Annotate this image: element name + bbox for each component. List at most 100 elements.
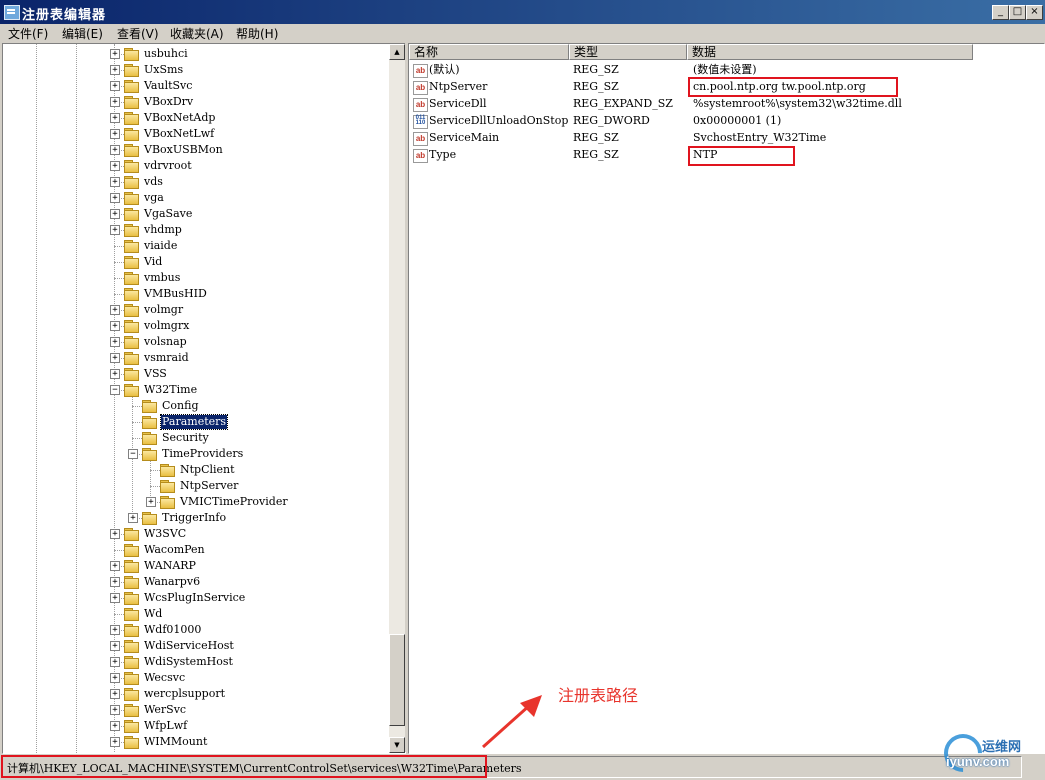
tree-node-label[interactable]: VgaSave: [143, 207, 193, 221]
tree-node-label[interactable]: WANARP: [143, 559, 197, 573]
tree-node[interactable]: + vhdmp: [3, 222, 383, 238]
expand-icon[interactable]: +: [110, 113, 120, 123]
expand-icon[interactable]: +: [110, 129, 120, 139]
tree-node[interactable]: + vsmraid: [3, 350, 383, 366]
expand-icon[interactable]: +: [110, 321, 120, 331]
tree-node-label[interactable]: vdrvroot: [143, 159, 193, 173]
tree-node-label[interactable]: NtpServer: [179, 479, 239, 493]
expand-icon[interactable]: +: [110, 625, 120, 635]
expand-icon[interactable]: +: [128, 513, 138, 523]
tree-node-label[interactable]: TriggerInfo: [161, 511, 227, 525]
expand-icon[interactable]: +: [110, 577, 120, 587]
tree-node[interactable]: + WIMMount: [3, 734, 383, 750]
expand-icon[interactable]: +: [110, 305, 120, 315]
tree-node[interactable]: Parameters: [3, 414, 383, 430]
expand-icon[interactable]: +: [110, 369, 120, 379]
tree-node[interactable]: + VSS: [3, 366, 383, 382]
tree-node-label[interactable]: W32Time: [143, 383, 198, 397]
tree-node[interactable]: Vid: [3, 254, 383, 270]
tree-node-label[interactable]: VBoxNetAdp: [143, 111, 216, 125]
tree-node-label[interactable]: vmbus: [143, 271, 181, 285]
scroll-down-arrow-icon[interactable]: ▼: [389, 737, 405, 753]
expand-icon[interactable]: +: [110, 337, 120, 347]
tree-node-label[interactable]: vhdmp: [143, 223, 183, 237]
tree-node-label[interactable]: usbuhci: [143, 47, 189, 61]
tree-node-label[interactable]: viaide: [143, 239, 178, 253]
expand-icon[interactable]: +: [110, 641, 120, 651]
tree-node-label[interactable]: NtpClient: [179, 463, 236, 477]
tree-node[interactable]: vmbus: [3, 270, 383, 286]
close-button[interactable]: ×: [1026, 5, 1043, 20]
expand-icon[interactable]: +: [110, 353, 120, 363]
tree-node-label[interactable]: wercplsupport: [143, 687, 226, 701]
expand-icon[interactable]: +: [110, 161, 120, 171]
scroll-thumb[interactable]: [389, 634, 405, 726]
expand-icon[interactable]: +: [110, 225, 120, 235]
tree-node-label[interactable]: WfpLwf: [143, 719, 188, 733]
collapse-icon[interactable]: −: [128, 449, 138, 459]
tree-node[interactable]: + Wdf01000: [3, 622, 383, 638]
expand-icon[interactable]: +: [110, 145, 120, 155]
tree-node-label[interactable]: Wecsvc: [143, 671, 186, 685]
tree-node[interactable]: + VaultSvc: [3, 78, 383, 94]
value-row[interactable]: ab ServiceDll REG_EXPAND_SZ %systemroot%\sy…: [409, 96, 1039, 113]
tree-node[interactable]: + WerSvc: [3, 702, 383, 718]
tree-node[interactable]: + VMICTimeProvider: [3, 494, 383, 510]
tree-node[interactable]: + WANARP: [3, 558, 383, 574]
tree-node[interactable]: + usbuhci: [3, 46, 383, 62]
menu-view[interactable]: 查看(V): [117, 25, 159, 42]
tree-node-label[interactable]: WacomPen: [143, 543, 206, 557]
menu-help[interactable]: 帮助(H): [236, 25, 278, 42]
restore-button[interactable]: □: [1009, 5, 1026, 20]
tree-node[interactable]: + wercplsupport: [3, 686, 383, 702]
tree-node[interactable]: viaide: [3, 238, 383, 254]
tree-node-label[interactable]: UxSms: [143, 63, 184, 77]
tree-node-label[interactable]: vga: [143, 191, 165, 205]
tree-node-label[interactable]: WIMMount: [143, 735, 208, 749]
expand-icon[interactable]: +: [110, 593, 120, 603]
value-row[interactable]: 011 110 ServiceDllUnloadOnStop REG_DWORD 0x…: [409, 113, 1039, 130]
tree-node-label[interactable]: VMBusHID: [143, 287, 208, 301]
tree-node-label[interactable]: vds: [143, 175, 164, 189]
expand-icon[interactable]: +: [110, 673, 120, 683]
tree-node-label[interactable]: WdiServiceHost: [143, 639, 235, 653]
tree-node[interactable]: Wd: [3, 606, 383, 622]
tree-node-label[interactable]: VaultSvc: [143, 79, 193, 93]
tree-node[interactable]: + volmgr: [3, 302, 383, 318]
tree-node[interactable]: + volsnap: [3, 334, 383, 350]
key-tree-pane[interactable]: + usbuhci + UxSms + VaultSvc + VBoxDrv + VBoxNetA…: [2, 43, 406, 754]
expand-icon[interactable]: +: [110, 65, 120, 75]
expand-icon[interactable]: +: [110, 689, 120, 699]
tree-node[interactable]: − W32Time: [3, 382, 383, 398]
menu-file[interactable]: 文件(F): [8, 25, 48, 42]
column-header-name[interactable]: 名称: [409, 44, 569, 60]
tree-node[interactable]: + WcsPlugInService: [3, 590, 383, 606]
expand-icon[interactable]: +: [110, 193, 120, 203]
expand-icon[interactable]: +: [110, 737, 120, 747]
tree-node-label[interactable]: Vid: [143, 255, 163, 269]
expand-icon[interactable]: +: [110, 177, 120, 187]
tree-node[interactable]: NtpServer: [3, 478, 383, 494]
tree-node[interactable]: + VBoxNetAdp: [3, 110, 383, 126]
tree-node-label[interactable]: VSS: [143, 367, 168, 381]
tree-node-label[interactable]: Security: [161, 431, 210, 445]
tree-node[interactable]: Security: [3, 430, 383, 446]
tree-node[interactable]: VMBusHID: [3, 286, 383, 302]
tree-node[interactable]: + VBoxUSBMon: [3, 142, 383, 158]
tree-node-label[interactable]: Wd: [143, 607, 163, 621]
tree-node-label[interactable]: vsmraid: [143, 351, 190, 365]
tree-node-label[interactable]: volmgrx: [143, 319, 190, 333]
tree-node-label[interactable]: TimeProviders: [161, 447, 244, 461]
expand-icon[interactable]: +: [146, 497, 156, 507]
tree-node-label[interactable]: volmgr: [143, 303, 184, 317]
tree-node-label[interactable]: VBoxNetLwf: [143, 127, 215, 141]
tree-node[interactable]: + UxSms: [3, 62, 383, 78]
menu-favorites[interactable]: 收藏夹(A): [170, 25, 224, 42]
minimize-button[interactable]: _: [992, 5, 1009, 20]
tree-node-label[interactable]: WdiSystemHost: [143, 655, 234, 669]
tree-node[interactable]: + WdiSystemHost: [3, 654, 383, 670]
tree-node[interactable]: + volmgrx: [3, 318, 383, 334]
tree-node[interactable]: + W3SVC: [3, 526, 383, 542]
tree-node-label[interactable]: Wanarpv6: [143, 575, 201, 589]
expand-icon[interactable]: +: [110, 97, 120, 107]
